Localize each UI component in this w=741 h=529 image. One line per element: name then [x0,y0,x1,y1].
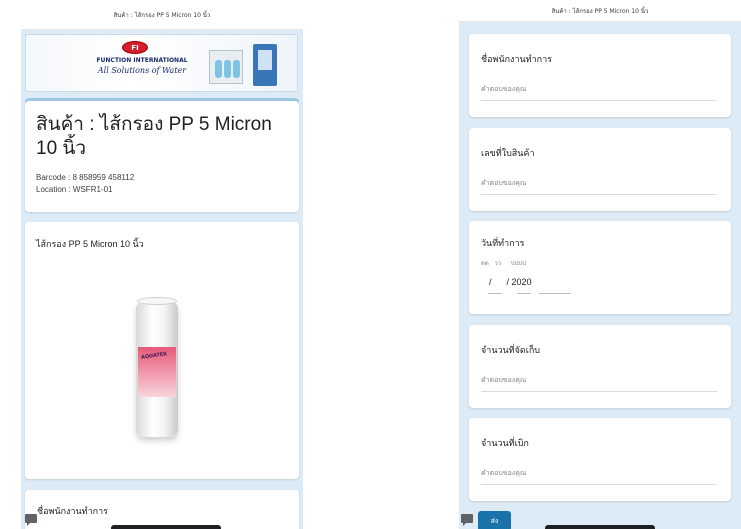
cartridge-brand-label: AQUATEK [140,351,168,361]
question-label-date: วันที่ทำการ [481,239,525,249]
left-header-title: สินค้า : ไส้กรอง PP 5 Micron 10 นิ้ว [113,11,211,19]
product-description: ไส้กรอง PP 5 Micron 10 นิ้ว [36,239,144,249]
date-format-hints: ดด วว ปปปป [481,260,527,267]
company-name: FUNCTION INTERNATIONAL [96,57,188,64]
question-card-invoice: เลขที่ใบสินค้า คำตอบของคุณ [469,128,731,211]
question-card-withdrawn: จำนวนที่เบิก คำตอบของคุณ [469,418,731,501]
form-title-card: สินค้า : ไส้กรอง PP 5 Micron 10 นิ้ว Bar… [25,101,299,212]
question-card-employee: ชื่อพนักงานทำการ คำตอบของคุณ [469,34,731,117]
submit-button[interactable]: ส่ง [478,511,511,529]
feedback-icon[interactable] [461,514,473,526]
feedback-icon[interactable] [25,514,37,526]
withdrawn-quantity-input[interactable]: คำตอบของคุณ [481,468,717,485]
question-card-date: วันที่ทำการ ดด วว ปปปป / / 2020 [469,221,731,314]
stored-quantity-input[interactable]: คำตอบของคุณ [481,375,717,392]
employee-name-input[interactable]: คำตอบของคุณ [481,84,717,101]
question-label-employee: ชื่อพนักงานทำการ [481,55,552,65]
left-bottom-bar [111,525,221,529]
right-header-title: สินค้า : ไส้กรอง PP 5 Micron 10 นิ้ว [551,7,649,15]
day-field-underline [488,293,502,294]
company-tagline: All Solutions of Water [97,66,187,75]
employee-question-card: ชื่อพนักงานทำการ [25,490,299,529]
employee-question-label: ชื่อพนักงานทำการ [37,507,108,517]
filter-system-image [209,50,243,84]
product-description-card: ไส้กรอง PP 5 Micron 10 นิ้ว AQUATEK [25,222,299,479]
water-dispenser-image [253,44,277,86]
right-bottom-bar [545,525,655,529]
date-input[interactable]: / / 2020 [489,277,532,287]
invoice-number-input[interactable]: คำตอบของคุณ [481,178,717,195]
question-label-invoice: เลขที่ใบสินค้า [481,149,535,159]
question-label-stored: จำนวนที่จัดเก็บ [481,346,540,356]
company-banner: FI FUNCTION INTERNATIONAL All Solutions … [25,34,298,92]
location-text: Location : WSFR1-01 [36,185,113,194]
left-screen: สินค้า : ไส้กรอง PP 5 Micron 10 นิ้ว FI … [21,0,303,529]
left-top-bar: สินค้า : ไส้กรอง PP 5 Micron 10 นิ้ว [21,0,303,30]
barcode-text: Barcode : 8 858959 458112 [36,173,135,182]
right-top-bar: สินค้า : ไส้กรอง PP 5 Micron 10 นิ้ว [459,0,741,22]
question-label-withdrawn: จำนวนที่เบิก [481,439,529,449]
right-screen: สินค้า : ไส้กรอง PP 5 Micron 10 นิ้ว ชื่… [459,0,741,529]
month-field-underline [517,293,531,294]
filter-cartridge-image: AQUATEK [136,297,178,441]
question-card-stored: จำนวนที่จัดเก็บ คำตอบของคุณ [469,325,731,408]
year-field-underline [539,293,571,294]
company-logo: FI [122,41,148,54]
page-title: สินค้า : ไส้กรอง PP 5 Micron 10 นิ้ว [36,114,272,159]
